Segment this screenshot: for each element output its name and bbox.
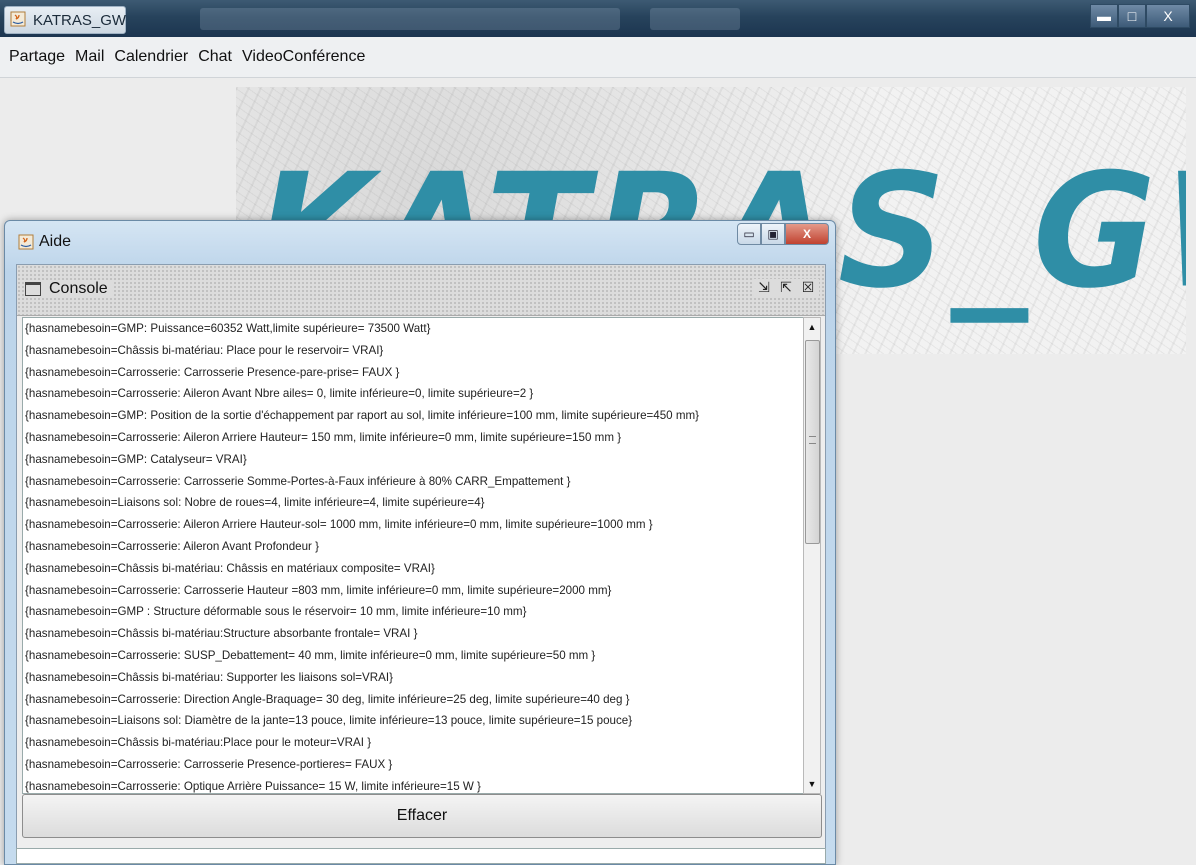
console-line: {hasnamebesoin=Liaisons sol: Diamètre de… <box>25 714 633 728</box>
aide-window[interactable]: Aide ▭ ▣ X Console ⇲ ⇱ ☒ {hasnamebesoin=… <box>4 220 836 865</box>
console-line: {hasnamebesoin=Carrosserie: Carrosserie … <box>25 757 393 771</box>
minimize-icon[interactable]: ▭ <box>737 223 761 245</box>
close-icon[interactable]: X <box>785 223 829 245</box>
menu-item-partage[interactable]: Partage <box>9 48 65 66</box>
java-icon <box>10 11 26 27</box>
vertical-scrollbar[interactable]: ▲ ▼ <box>803 317 821 794</box>
console-line: {hasnamebesoin=Carrosserie: SUSP_Debatte… <box>25 648 596 662</box>
console-line: {hasnamebesoin=Châssis bi-matériau: Supp… <box>25 670 393 684</box>
console-line: {hasnamebesoin=Châssis bi-matériau: Châs… <box>25 561 435 575</box>
console-line: {hasnamebesoin=Liaisons sol: Nobre de ro… <box>25 496 485 510</box>
menu-item-mail[interactable]: Mail <box>75 48 104 66</box>
effacer-button[interactable]: Effacer <box>22 794 822 838</box>
console-line: {hasnamebesoin=Châssis bi-matériau:Struc… <box>25 627 418 641</box>
console-line: {hasnamebesoin=Carrosserie: Optique Arri… <box>25 779 481 793</box>
scroll-up-icon[interactable]: ▲ <box>804 318 820 336</box>
console-line: {hasnamebesoin=GMP: Catalyseur= VRAI} <box>25 452 247 466</box>
console-output[interactable]: {hasnamebesoin=GMP: Puissance=60352 Watt… <box>22 317 804 794</box>
maximize-icon[interactable]: ▣ <box>761 223 785 245</box>
console-controls: ⇲ ⇱ ☒ <box>753 279 819 296</box>
window-title: KATRAS_GW <box>33 12 127 29</box>
maximize-icon[interactable]: ⇱ <box>775 279 797 296</box>
background-taskbar-blur <box>650 8 740 30</box>
maximize-icon[interactable]: □ <box>1118 4 1146 28</box>
menu-item-calendrier[interactable]: Calendrier <box>114 48 188 66</box>
console-line: {hasnamebesoin=Carrosserie: Direction An… <box>25 692 630 706</box>
console-line: {hasnamebesoin=Carrosserie: Aileron Avan… <box>25 387 534 401</box>
iconify-icon[interactable]: ⇲ <box>753 279 775 296</box>
console-line: {hasnamebesoin=Carrosserie: Aileron Avan… <box>25 539 320 553</box>
console-line: {hasnamebesoin=GMP: Puissance=60352 Watt… <box>25 322 431 335</box>
scrollbar-thumb[interactable] <box>805 340 820 544</box>
close-icon[interactable]: ☒ <box>797 279 819 296</box>
console-panel: Console ⇲ ⇱ ☒ {hasnamebesoin=GMP: Puissa… <box>16 264 826 849</box>
minimize-icon[interactable]: ▬ <box>1090 4 1118 28</box>
scroll-down-icon[interactable]: ▼ <box>804 775 820 793</box>
console-line: {hasnamebesoin=Châssis bi-matériau: Plac… <box>25 343 384 357</box>
menu-item-chat[interactable]: Chat <box>198 48 232 66</box>
console-line: {hasnamebesoin=Carrosserie: Carrosserie … <box>25 583 612 597</box>
main-window-title-area: KATRAS_GW <box>4 6 126 34</box>
console-line: {hasnamebesoin=Carrosserie: Aileron Arri… <box>25 430 622 444</box>
grip-icon <box>809 436 816 444</box>
main-titlebar[interactable]: KATRAS_GW ▬ □ X <box>0 0 1196 37</box>
aide-window-controls: ▭ ▣ X <box>737 223 829 245</box>
menu-bar: Partage Mail Calendrier Chat VideoConfér… <box>0 37 1196 78</box>
console-title-label: Console <box>49 280 108 297</box>
background-taskbar-blur <box>200 8 620 30</box>
close-icon[interactable]: X <box>1146 4 1190 28</box>
console-line: {hasnamebesoin=Carrosserie: Carrosserie … <box>25 474 571 488</box>
console-line: {hasnamebesoin=Carrosserie: Carrosserie … <box>25 365 400 379</box>
console-line: {hasnamebesoin=GMP : Structure déformabl… <box>25 605 527 619</box>
console-frame-icon <box>25 282 41 296</box>
java-icon <box>18 234 34 250</box>
console-line: {hasnamebesoin=Châssis bi-matériau:Place… <box>25 736 372 750</box>
console-titlebar[interactable]: Console ⇲ ⇱ ☒ <box>17 265 825 316</box>
aide-window-title: Aide <box>39 233 72 250</box>
main-window-controls: ▬ □ X <box>1090 4 1190 28</box>
console-title: Console <box>25 280 114 298</box>
console-line: {hasnamebesoin=Carrosserie: Aileron Arri… <box>25 518 653 532</box>
bottom-input-field[interactable] <box>16 848 826 864</box>
console-line: {hasnamebesoin=GMP: Position de la sorti… <box>25 409 700 423</box>
menu-item-videoconference[interactable]: VideoConférence <box>242 48 365 66</box>
